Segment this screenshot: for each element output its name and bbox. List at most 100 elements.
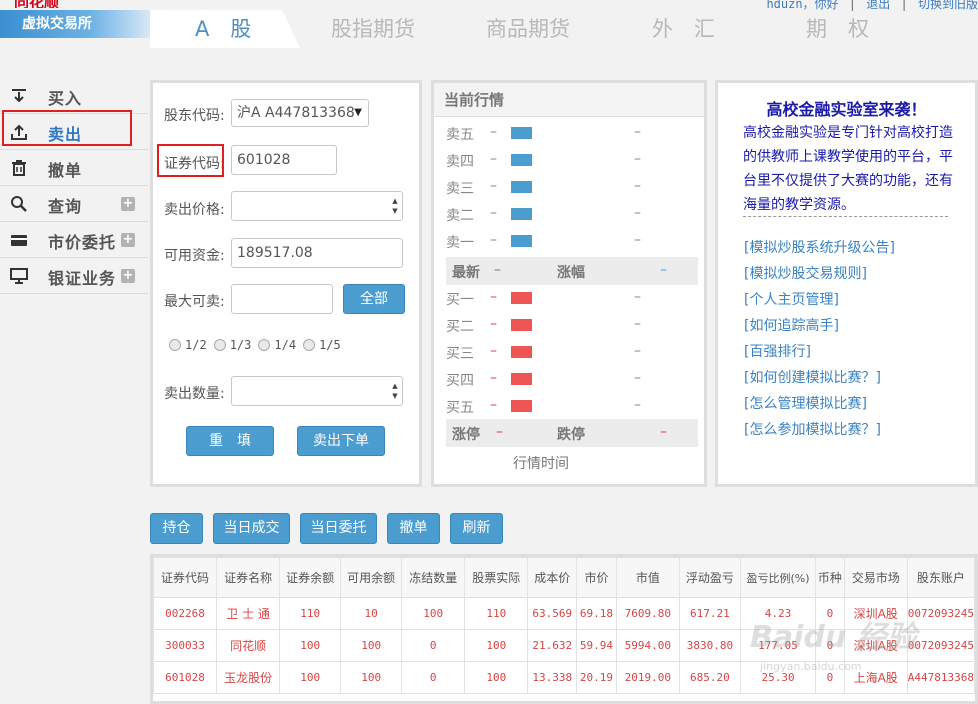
- level-price: –: [490, 205, 497, 221]
- table-cell: 100: [464, 629, 529, 662]
- trash-icon: [12, 160, 26, 176]
- switch-old-link[interactable]: 切换到旧版: [918, 0, 978, 11]
- fraction-radio[interactable]: [303, 339, 316, 351]
- tab-holdings[interactable]: 持仓: [150, 513, 203, 544]
- max-sellable-label: 最大可卖:: [164, 294, 225, 310]
- table-cell: 13.338: [527, 661, 578, 694]
- sidebar-item-label: 撤单: [48, 161, 83, 180]
- news-link[interactable]: [个人主页管理]: [744, 287, 895, 313]
- table-cell: 002268: [153, 597, 218, 630]
- quantity-stepper-icon[interactable]: ▲ ▼: [390, 381, 400, 401]
- level-volume-bar: [511, 319, 532, 331]
- tab-commodity-futures[interactable]: 商品期货: [486, 10, 570, 48]
- level-price: –: [490, 232, 497, 248]
- logout-link[interactable]: 退出: [866, 0, 890, 11]
- table-cell: 7609.80: [615, 597, 680, 630]
- buy-level-row: 买四 – –: [434, 365, 698, 392]
- account-select[interactable]: 沪A A447813368 ▼: [231, 99, 369, 127]
- chevron-down-icon: ▼: [354, 107, 362, 118]
- separator: |: [848, 0, 857, 11]
- level-price: –: [490, 151, 497, 167]
- table-cell: 同花顺: [216, 629, 281, 662]
- fraction-radio[interactable]: [169, 339, 181, 351]
- news-link[interactable]: [怎么管理模拟比赛]: [744, 391, 895, 417]
- refresh-button[interactable]: 刷新: [450, 513, 503, 544]
- sidebar-item-cancel[interactable]: 撤单: [0, 150, 148, 186]
- level-volume: –: [634, 289, 641, 305]
- news-link[interactable]: [模拟炒股交易规则]: [744, 261, 895, 287]
- security-code-input[interactable]: 601028: [231, 145, 337, 175]
- news-link[interactable]: [模拟炒股系统升级公告]: [744, 235, 895, 261]
- news-panel: 高校金融实验室来袭！ 高校金融实验是专门针对高校打造的供教师上课教学使用的平台，…: [715, 80, 978, 487]
- table-cell: 100: [279, 661, 342, 694]
- level-label: 买二: [446, 319, 474, 335]
- level-price: –: [490, 397, 497, 413]
- latest-price-band: 最新 – 涨幅 –: [446, 257, 698, 285]
- news-link[interactable]: [怎么参加模拟比赛？]: [744, 417, 895, 443]
- news-link[interactable]: [如何追踪高手]: [744, 313, 895, 339]
- table-cell: 100: [340, 629, 403, 662]
- fraction-radio[interactable]: [258, 339, 271, 351]
- fraction-radio[interactable]: [213, 339, 226, 351]
- table-cell: A447813368: [906, 661, 975, 694]
- expand-plus-icon[interactable]: +: [121, 197, 135, 211]
- column-header: 交易市场: [843, 557, 908, 598]
- sidebar-item-market-order[interactable]: 市价委托 +: [0, 222, 148, 258]
- column-header: 股票实际: [464, 557, 529, 598]
- monitor-icon: [10, 268, 28, 284]
- expand-plus-icon[interactable]: +: [121, 269, 135, 283]
- max-sellable-field: [231, 284, 333, 314]
- tab-today-orders[interactable]: 当日委托: [300, 513, 377, 544]
- level-volume: –: [634, 316, 641, 332]
- reset-button[interactable]: 重 填: [186, 426, 274, 456]
- news-link[interactable]: [百强排行]: [744, 339, 895, 365]
- level-volume-bar: [511, 154, 532, 166]
- table-cell: 685.20: [678, 661, 741, 694]
- level-volume-bar: [511, 235, 532, 247]
- submit-sell-button[interactable]: 卖出下单: [297, 426, 385, 456]
- sell-quantity-label: 卖出数量:: [164, 386, 225, 402]
- quote-time-label: 行情时间: [513, 456, 569, 472]
- tab-forex[interactable]: 外 汇: [652, 10, 715, 48]
- fraction-radio-label: 1/3: [229, 338, 252, 352]
- sell-quantity-input[interactable]: ▲ ▼: [231, 376, 403, 406]
- card-icon: [11, 235, 27, 246]
- baidu-watermark-url: jingyan.baidu.com: [760, 660, 862, 673]
- table-cell: 300033: [153, 629, 218, 662]
- sidebar-item-buy[interactable]: 买入: [0, 78, 148, 114]
- fraction-radio-group: 1/2 1/3 1/4 1/5: [169, 338, 348, 352]
- tab-index-futures[interactable]: 股指期货: [331, 10, 415, 48]
- sidebar-item-bank-securities[interactable]: 银证业务 +: [0, 258, 148, 294]
- sidebar-item-query[interactable]: 查询 +: [0, 186, 148, 222]
- top-bar: 同花顺 虚拟交易所 A 股 股指期货 商品期货 外 汇 期 权 hduzn，你好…: [0, 0, 978, 48]
- table-cell: 0072093245: [906, 629, 975, 662]
- all-button[interactable]: 全部: [343, 284, 405, 314]
- level-volume: –: [634, 124, 641, 140]
- tab-a-shares[interactable]: A 股: [195, 10, 251, 48]
- market-quote-panel: 当前行情 卖五 – – 卖四 – – 卖三 – – 卖二 – – 卖一 – – 最新 – 涨幅 – …: [431, 80, 707, 487]
- news-link[interactable]: [如何创建模拟比赛？]: [744, 365, 895, 391]
- user-greeting: hduzn，你好: [766, 0, 839, 11]
- tab-options[interactable]: 期 权: [806, 10, 869, 48]
- brand-logo-strip: 同花顺: [0, 0, 150, 8]
- price-stepper-icon[interactable]: ▲ ▼: [390, 196, 400, 216]
- expand-plus-icon[interactable]: +: [121, 233, 135, 247]
- level-volume: –: [634, 205, 641, 221]
- buy-level-row: 买三 – –: [434, 338, 698, 365]
- tab-cancel-order[interactable]: 撤单: [387, 513, 440, 544]
- table-header-row: 证券代码 证券名称 证券余额 可用余额 冻结数量 股票实际 成本价 市价 市值 …: [153, 557, 975, 598]
- sell-level-row: 卖三 – –: [434, 173, 698, 200]
- table-cell: 100: [464, 661, 529, 694]
- level-volume: –: [634, 232, 641, 248]
- tab-today-trades[interactable]: 当日成交: [213, 513, 290, 544]
- table-cell: 59.94: [576, 629, 617, 662]
- sell-price-input[interactable]: ▲ ▼: [231, 191, 403, 221]
- table-cell: 玉龙股份: [216, 661, 281, 694]
- available-funds-field: 189517.08: [231, 238, 403, 268]
- level-label: 买四: [446, 373, 474, 389]
- level-label: 买一: [446, 292, 474, 308]
- level-volume-bar: [511, 208, 532, 220]
- news-link-list: [模拟炒股系统升级公告] [模拟炒股交易规则] [个人主页管理] [如何追踪高手…: [744, 235, 895, 443]
- table-cell: 0: [401, 629, 466, 662]
- baidu-watermark: Baidu 经验: [750, 620, 917, 655]
